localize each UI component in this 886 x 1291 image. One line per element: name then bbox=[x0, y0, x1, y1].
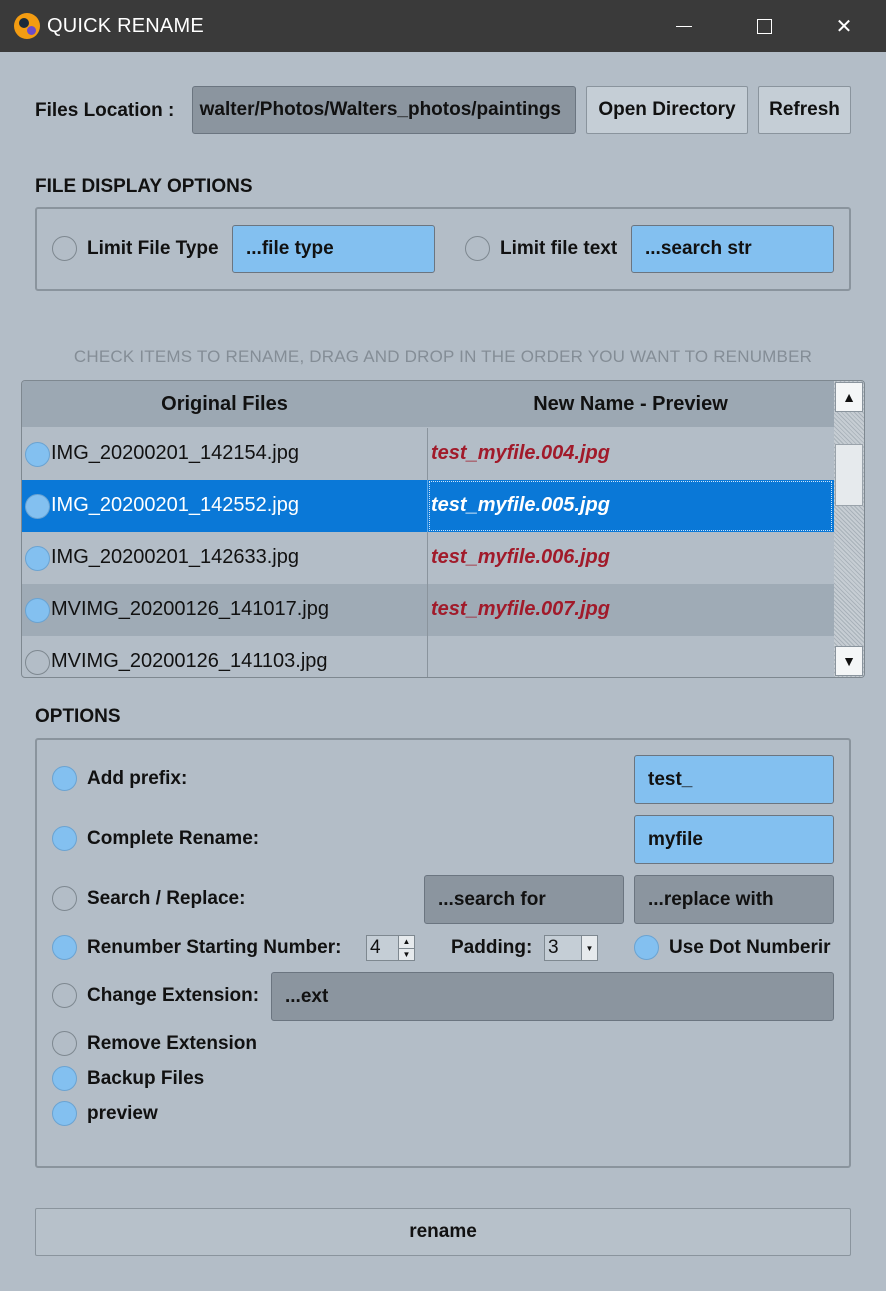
file-table[interactable]: Original Files New Name - Preview IMG_20… bbox=[21, 380, 865, 678]
table-header: Original Files New Name - Preview bbox=[22, 381, 834, 427]
table-row[interactable]: IMG_20200201_142154.jpg test_myfile.004.… bbox=[22, 428, 834, 480]
add-prefix-label: Add prefix: bbox=[87, 768, 188, 789]
padding-value: 3 bbox=[548, 937, 559, 958]
backup-files-label: Backup Files bbox=[87, 1068, 205, 1089]
column-divider bbox=[427, 532, 428, 584]
remove-extension-label: Remove Extension bbox=[87, 1033, 257, 1054]
complete-rename-radio[interactable] bbox=[52, 826, 77, 851]
original-file-name: MVIMG_20200126_141017.jpg bbox=[51, 598, 329, 620]
row-check-radio[interactable] bbox=[25, 546, 50, 571]
table-row-selected[interactable]: IMG_20200201_142552.jpg test_myfile.005.… bbox=[22, 480, 834, 532]
change-extension-radio[interactable] bbox=[52, 983, 77, 1008]
complete-rename-label: Complete Rename: bbox=[87, 828, 260, 849]
new-name-preview: test_myfile.005.jpg bbox=[431, 494, 610, 516]
search-for-input[interactable]: ...search for bbox=[424, 875, 624, 924]
row-check-radio[interactable] bbox=[25, 442, 50, 467]
prefix-input[interactable]: test_ bbox=[634, 755, 834, 804]
rename-button[interactable]: rename bbox=[35, 1208, 851, 1256]
renumber-label: Renumber Starting Number: bbox=[87, 937, 342, 958]
refresh-button[interactable]: Refresh bbox=[758, 86, 851, 134]
options-heading: OPTIONS bbox=[35, 706, 121, 727]
table-row[interactable]: IMG_20200201_142633.jpg test_myfile.006.… bbox=[22, 532, 834, 584]
close-icon: ✕ bbox=[835, 15, 853, 38]
limit-file-text-label: Limit file text bbox=[500, 238, 618, 259]
limit-file-type-label: Limit File Type bbox=[87, 238, 219, 259]
new-name-preview: test_myfile.007.jpg bbox=[431, 598, 610, 620]
arrow-down-icon: ▼ bbox=[842, 653, 856, 669]
use-dot-numbering-label: Use Dot Numberir bbox=[669, 937, 831, 958]
table-row[interactable]: MVIMG_20200126_141103.jpg bbox=[22, 636, 834, 677]
column-header-preview[interactable]: New Name - Preview bbox=[427, 381, 834, 427]
files-location-label: Files Location : bbox=[35, 100, 175, 121]
rename-instructions: CHECK ITEMS TO RENAME, DRAG AND DROP IN … bbox=[73, 347, 813, 366]
file-display-options-heading: FILE DISPLAY OPTIONS bbox=[35, 176, 253, 197]
scroll-thumb[interactable] bbox=[835, 444, 863, 506]
limit-file-type-radio[interactable] bbox=[52, 236, 77, 261]
chevron-down-icon[interactable]: ▼ bbox=[581, 936, 597, 960]
scroll-up-button[interactable]: ▲ bbox=[835, 382, 863, 412]
extension-input[interactable]: ...ext bbox=[271, 972, 834, 1021]
remove-extension-radio[interactable] bbox=[52, 1031, 77, 1056]
search-replace-label: Search / Replace: bbox=[87, 888, 246, 909]
row-check-radio[interactable] bbox=[25, 650, 50, 675]
files-location-path-text: walter/Photos/Walters_photos/paintings bbox=[199, 99, 561, 120]
spin-up-icon[interactable]: ▲ bbox=[399, 936, 414, 948]
row-check-radio[interactable] bbox=[25, 494, 50, 519]
original-file-name: MVIMG_20200126_141103.jpg bbox=[51, 650, 328, 672]
new-name-preview: test_myfile.004.jpg bbox=[431, 442, 610, 464]
limit-file-text-radio[interactable] bbox=[465, 236, 490, 261]
use-dot-numbering-radio[interactable] bbox=[634, 935, 659, 960]
original-file-name: IMG_20200201_142154.jpg bbox=[51, 442, 299, 464]
padding-label: Padding: bbox=[451, 937, 533, 958]
arrow-up-icon: ▲ bbox=[842, 389, 856, 405]
close-button[interactable]: ✕ bbox=[808, 0, 880, 52]
file-type-input[interactable]: ...file type bbox=[232, 225, 435, 273]
column-header-original[interactable]: Original Files bbox=[22, 381, 427, 427]
table-row[interactable]: MVIMG_20200126_141017.jpg test_myfile.00… bbox=[22, 584, 834, 636]
original-file-name: IMG_20200201_142552.jpg bbox=[51, 494, 299, 516]
new-name-preview: test_myfile.006.jpg bbox=[431, 546, 610, 568]
table-scrollbar[interactable]: ▲ ▼ bbox=[834, 381, 864, 677]
starting-number-spinbox[interactable]: 4 ▲ ▼ bbox=[366, 935, 415, 961]
window-title: QUICK RENAME bbox=[47, 15, 204, 37]
renumber-radio[interactable] bbox=[52, 935, 77, 960]
title-bar: QUICK RENAME ✕ bbox=[0, 0, 886, 52]
rename-input[interactable]: myfile bbox=[634, 815, 834, 864]
minimize-icon bbox=[676, 25, 692, 27]
column-divider bbox=[427, 428, 428, 480]
files-location-path[interactable]: walter/Photos/Walters_photos/paintings bbox=[192, 86, 576, 134]
open-directory-button[interactable]: Open Directory bbox=[586, 86, 748, 134]
spin-arrows[interactable]: ▲ ▼ bbox=[398, 936, 414, 960]
maximize-icon bbox=[756, 18, 772, 34]
row-check-radio[interactable] bbox=[25, 598, 50, 623]
add-prefix-radio[interactable] bbox=[52, 766, 77, 791]
column-divider bbox=[427, 480, 428, 532]
padding-select[interactable]: 3 ▼ bbox=[544, 935, 598, 961]
maximize-button[interactable] bbox=[728, 0, 800, 52]
column-divider bbox=[427, 584, 428, 636]
change-extension-label: Change Extension: bbox=[87, 985, 260, 1006]
preview-radio[interactable] bbox=[52, 1101, 77, 1126]
starting-number-value: 4 bbox=[370, 937, 381, 958]
app-logo-icon bbox=[14, 13, 40, 39]
search-replace-radio[interactable] bbox=[52, 886, 77, 911]
minimize-button[interactable] bbox=[648, 0, 720, 52]
replace-with-input[interactable]: ...replace with bbox=[634, 875, 834, 924]
spin-down-icon[interactable]: ▼ bbox=[399, 947, 414, 960]
backup-files-radio[interactable] bbox=[52, 1066, 77, 1091]
scroll-down-button[interactable]: ▼ bbox=[835, 646, 863, 676]
original-file-name: IMG_20200201_142633.jpg bbox=[51, 546, 299, 568]
column-divider bbox=[427, 636, 428, 677]
search-string-input[interactable]: ...search str bbox=[631, 225, 834, 273]
preview-label: preview bbox=[87, 1103, 158, 1124]
